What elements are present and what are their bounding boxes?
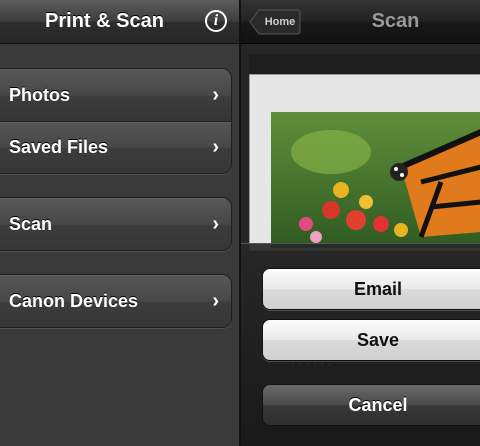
- menu-group-devices: Canon Devices ›: [0, 274, 232, 328]
- info-icon[interactable]: i: [205, 10, 227, 32]
- scan-panel: Home Scan · · · · · · Email Save Cancel: [241, 0, 480, 446]
- menu-item-label: Saved Files: [9, 137, 109, 157]
- save-button[interactable]: Save: [262, 319, 480, 361]
- chevron-right-icon: ›: [212, 213, 219, 235]
- menu-group-files: Photos › Saved Files ›: [0, 68, 232, 174]
- menu-item-label: Photos: [9, 85, 70, 105]
- print-scan-panel: Print & Scan i Photos › Saved Files › Sc…: [0, 0, 239, 446]
- left-navigation-bar: Print & Scan i: [0, 0, 239, 44]
- cancel-button[interactable]: Cancel: [262, 384, 480, 426]
- chevron-right-icon: ›: [212, 290, 219, 312]
- email-button[interactable]: Email: [262, 268, 480, 310]
- scan-title: Scan: [371, 10, 420, 32]
- menu-item-saved-files[interactable]: Saved Files ›: [0, 121, 231, 173]
- page-title: Print & Scan: [45, 10, 164, 32]
- scanned-butterfly-image: [271, 112, 480, 248]
- menu-item-scan[interactable]: Scan ›: [0, 198, 231, 250]
- right-navigation-bar: Home Scan: [241, 0, 480, 44]
- action-sheet: · · · · · · Email Save Cancel: [241, 243, 480, 446]
- chevron-right-icon: ›: [212, 136, 219, 158]
- menu-item-photos[interactable]: Photos ›: [0, 69, 231, 121]
- menu-item-label: Canon Devices: [9, 291, 139, 311]
- menu-item-canon-devices[interactable]: Canon Devices ›: [0, 275, 231, 327]
- scan-preview: [241, 44, 480, 254]
- menu-group-scan: Scan ›: [0, 197, 232, 251]
- chevron-right-icon: ›: [212, 84, 219, 106]
- menu-item-label: Scan: [9, 214, 53, 234]
